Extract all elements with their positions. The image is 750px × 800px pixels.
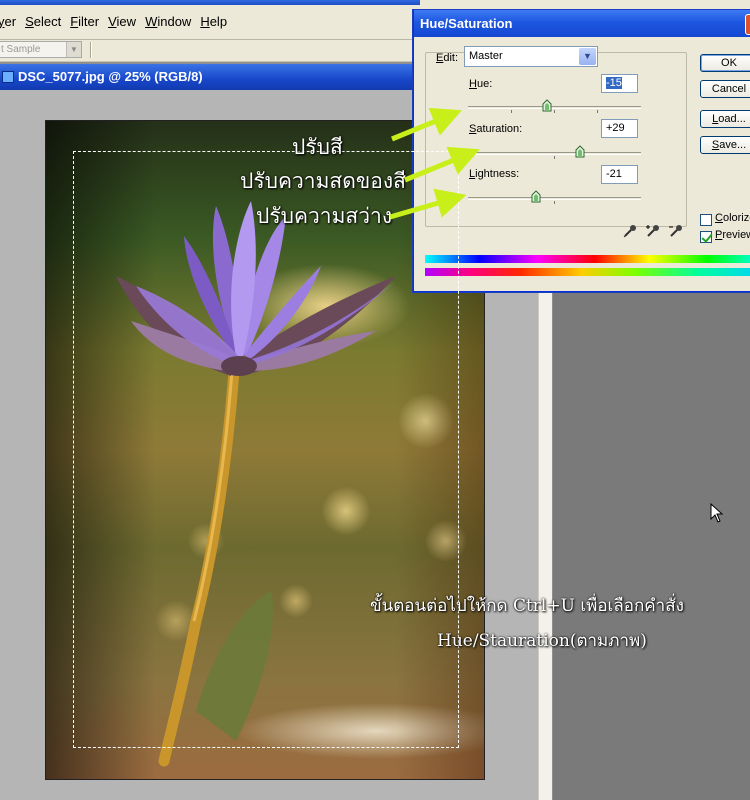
colorize-checkbox[interactable] — [700, 214, 712, 226]
menu-window[interactable]: Window — [145, 14, 200, 32]
lightness-slider-thumb[interactable] — [531, 190, 541, 203]
dialog-title: Hue/Saturation — [420, 16, 513, 31]
saturation-input[interactable]: +29 — [601, 119, 638, 138]
hue-input[interactable]: -15 — [601, 74, 638, 93]
preview-checkbox[interactable] — [700, 231, 712, 243]
lightness-slider[interactable] — [468, 190, 641, 204]
menu-select[interactable]: Select — [25, 14, 70, 32]
edit-channel-value: Master — [469, 50, 503, 62]
slider-tick — [554, 110, 555, 113]
edit-label: Edit: — [436, 52, 459, 64]
app-titlebar-strip — [0, 0, 420, 5]
menu-list: yer Select Filter View Window Help — [0, 14, 236, 32]
slider-tick — [554, 201, 555, 204]
load-button[interactable]: Load... — [700, 110, 750, 128]
annotation-step-line2: Hue/Stauration(ตามภาพ) — [437, 631, 647, 651]
mouse-cursor-icon — [710, 503, 724, 523]
workspace-background — [553, 290, 750, 800]
colorize-label: Colorize — [715, 212, 750, 224]
dialog-titlebar[interactable]: Hue/Saturation — [414, 10, 750, 37]
preview-label: Preview — [715, 229, 750, 241]
slider-tick — [554, 156, 555, 159]
document-icon — [2, 71, 14, 83]
ok-button[interactable]: OK — [700, 54, 750, 72]
save-button[interactable]: Save... — [700, 136, 750, 154]
close-icon[interactable] — [745, 14, 750, 35]
sample-select-value: t Sample — [1, 44, 41, 55]
hue-slider[interactable] — [468, 99, 641, 113]
menu-filter[interactable]: Filter — [70, 14, 108, 32]
lightness-input-value: -21 — [606, 168, 622, 180]
edit-channel-select[interactable]: Master ▼ — [464, 46, 598, 67]
annotation-step-line1: ขั้นตอนต่อไปให้กด Ctrl+U เพื่อเลือกคำสั่… — [370, 596, 684, 616]
menu-help[interactable]: Help — [200, 14, 236, 32]
toolbar-separator — [90, 42, 92, 58]
eyedropper-plus-icon[interactable] — [645, 223, 661, 239]
slider-tick — [511, 110, 512, 113]
annotation-saturation: ปรับความสดของสี — [240, 169, 406, 193]
hue-label: Hue: — [469, 78, 493, 90]
hue-slider-thumb[interactable] — [542, 99, 552, 112]
annotation-hue: ปรับสี — [292, 135, 343, 159]
sample-select[interactable]: t Sample ▼ — [0, 41, 82, 58]
menu-layer[interactable]: yer — [0, 14, 25, 32]
eyedropper-minus-icon[interactable] — [668, 223, 684, 239]
hue-input-value: -15 — [606, 77, 622, 89]
lightness-input[interactable]: -21 — [601, 165, 638, 184]
saturation-slider-thumb[interactable] — [575, 145, 585, 158]
saturation-slider[interactable] — [468, 145, 641, 159]
annotation-lightness: ปรับความสว่าง — [256, 204, 393, 228]
saturation-input-value: +29 — [606, 122, 625, 134]
cancel-button[interactable]: Cancel — [700, 80, 750, 98]
selection-marquee — [73, 151, 459, 748]
eyedropper-icon[interactable] — [622, 223, 638, 239]
slider-tick — [597, 110, 598, 113]
menu-view[interactable]: View — [108, 14, 145, 32]
document-title: DSC_5077.jpg @ 25% (RGB/8) — [18, 69, 203, 84]
chevron-down-icon: ▼ — [579, 48, 596, 65]
chevron-down-icon: ▼ — [66, 42, 81, 57]
